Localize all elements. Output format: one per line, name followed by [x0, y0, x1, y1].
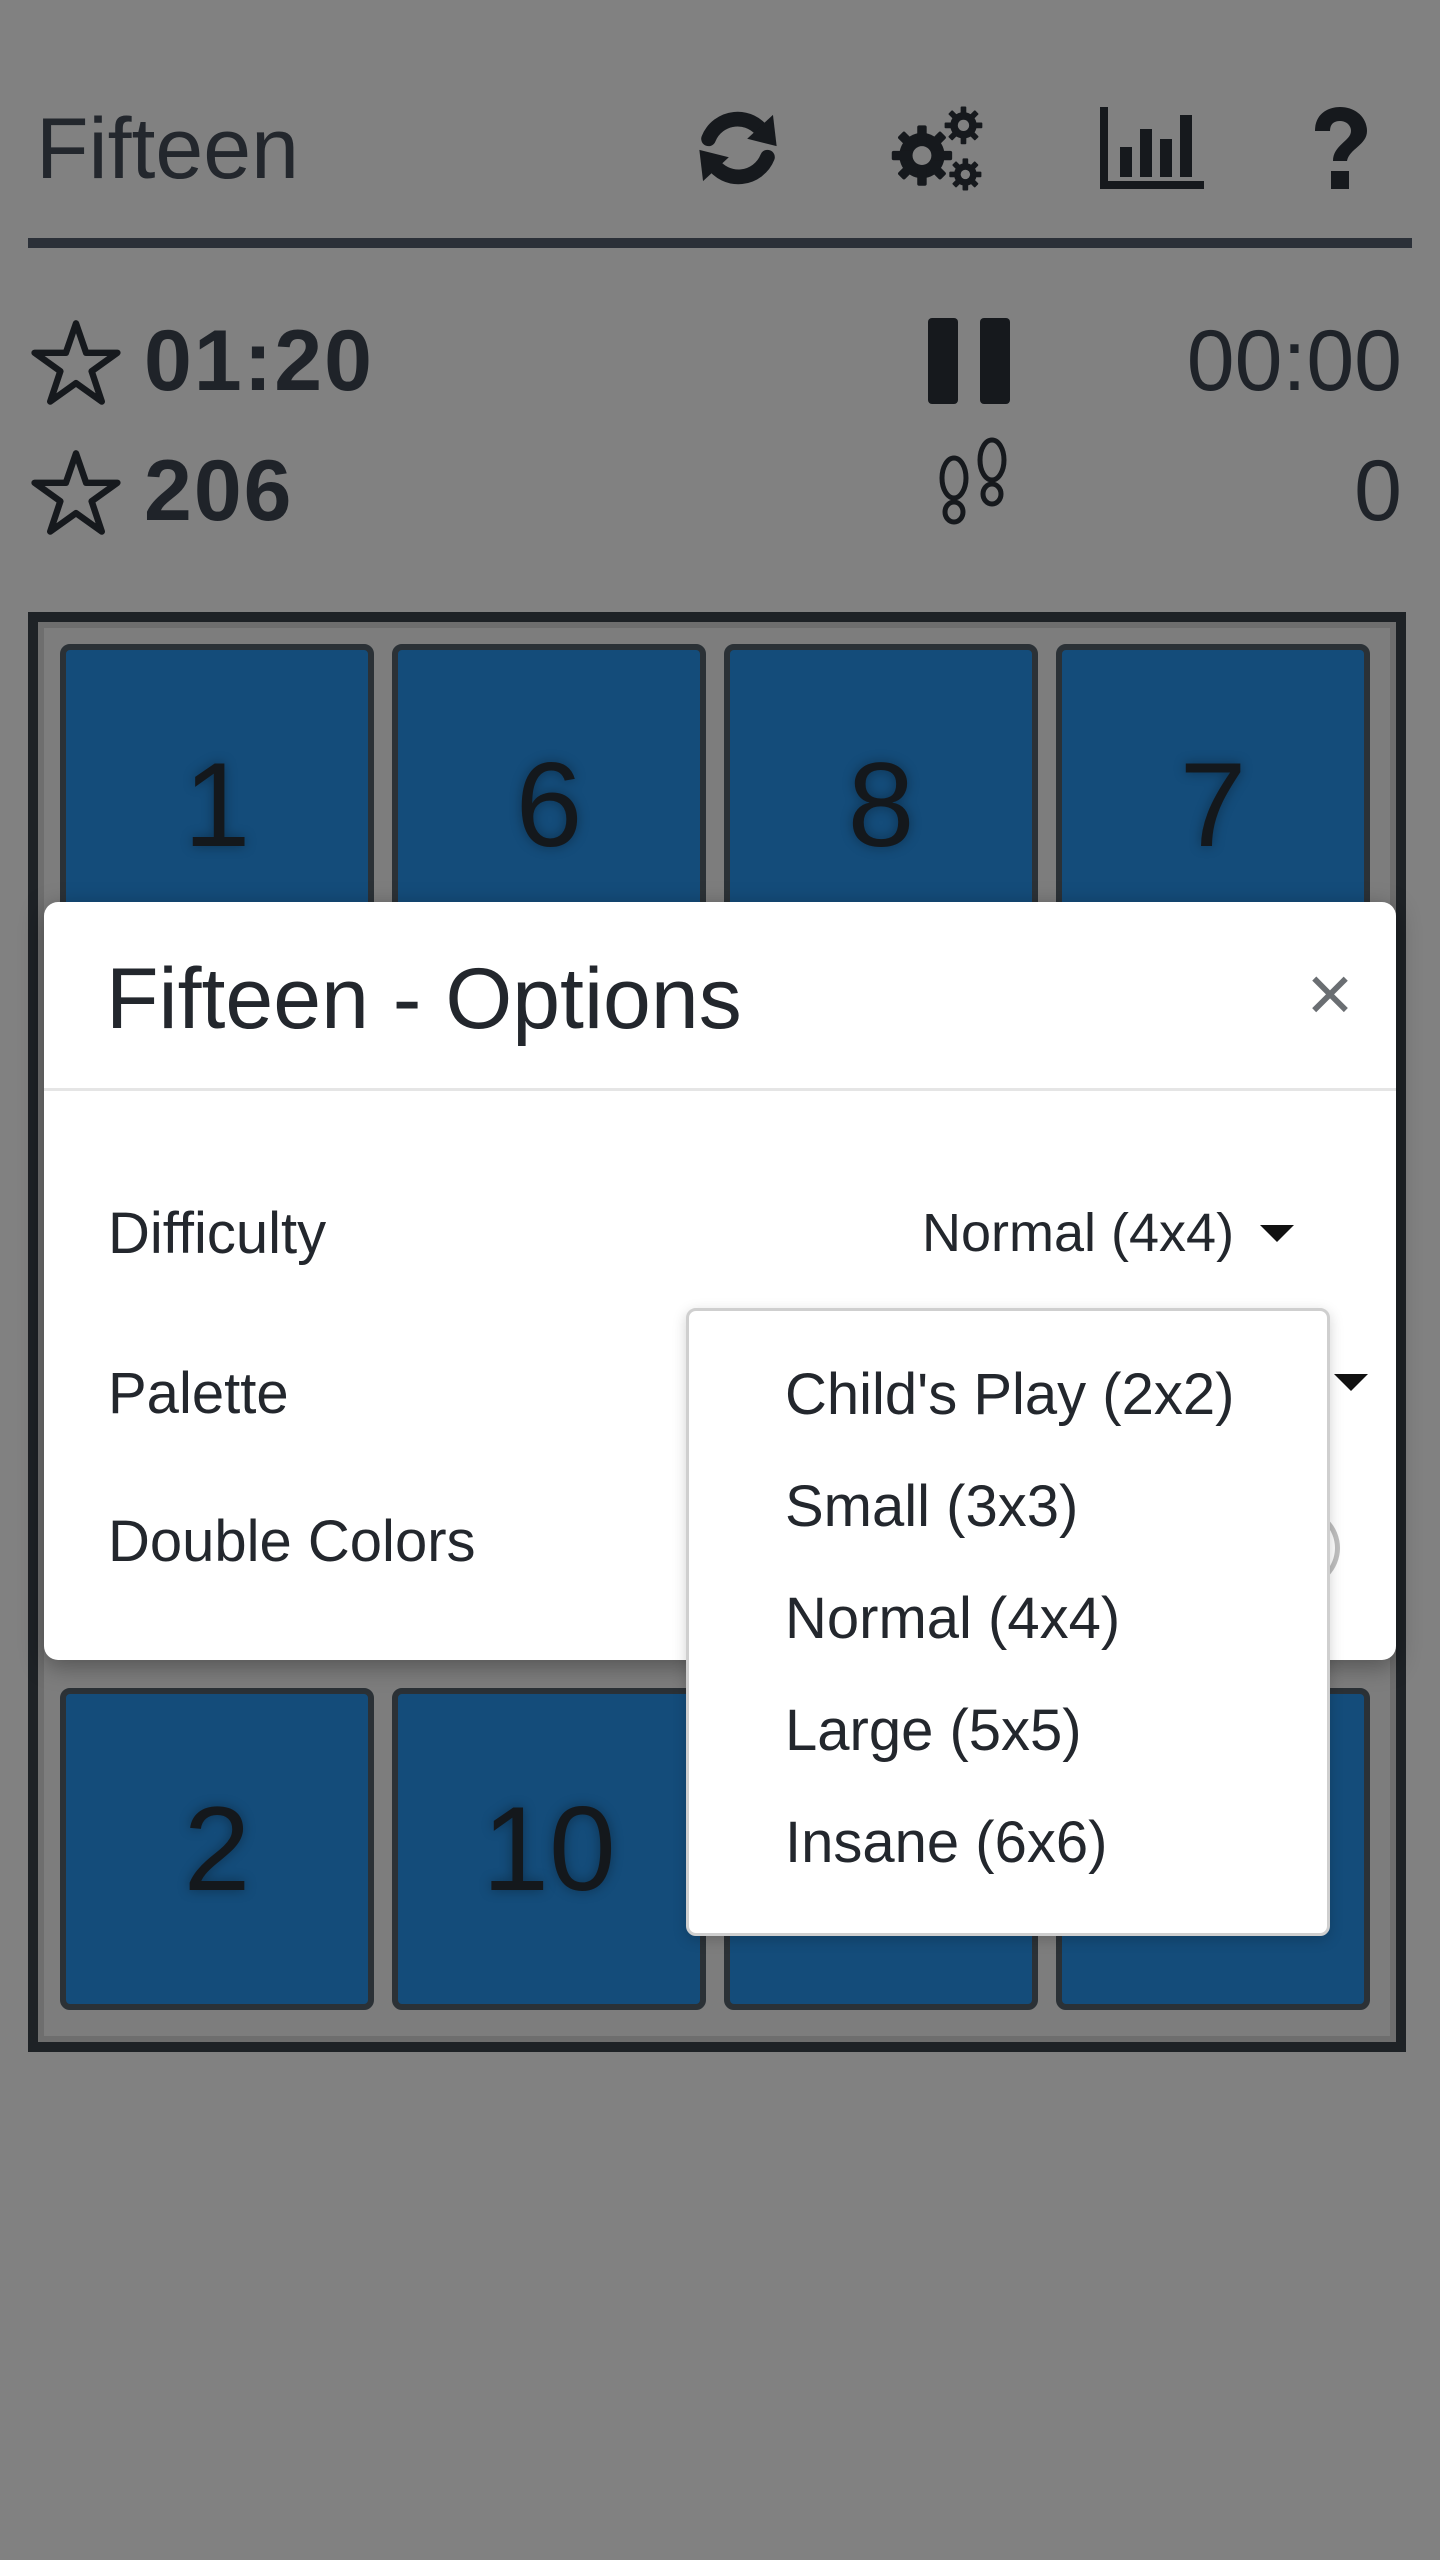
best-moves-stat: 206	[30, 442, 294, 541]
dialog-divider	[44, 1088, 1396, 1091]
tile[interactable]: 2	[60, 1688, 374, 2010]
dropdown-option[interactable]: Normal (4x4)	[785, 1585, 1120, 1652]
palette-label: Palette	[108, 1361, 289, 1426]
help-question-icon[interactable]	[1290, 98, 1390, 198]
best-moves-value: 206	[144, 443, 294, 539]
current-moves-value: 0	[1354, 443, 1402, 539]
header-divider	[28, 238, 1412, 248]
difficulty-selected-value: Normal (4x4)	[922, 1203, 1235, 1263]
dropdown-option[interactable]: Small (3x3)	[785, 1473, 1078, 1540]
footsteps-icon	[936, 430, 1012, 535]
dropdown-option[interactable]: Insane (6x6)	[785, 1809, 1107, 1876]
double-colors-label: Double Colors	[108, 1509, 476, 1574]
chevron-down-icon	[1260, 1224, 1295, 1242]
difficulty-label: Difficulty	[108, 1201, 327, 1266]
chevron-down-icon	[1334, 1374, 1368, 1391]
star-icon	[31, 449, 121, 535]
difficulty-dropdown-menu: Child's Play (2x2) Small (3x3) Normal (4…	[686, 1308, 1330, 1936]
best-time-value: 01:20	[144, 313, 374, 409]
star-icon	[31, 319, 121, 405]
refresh-icon[interactable]	[688, 98, 788, 198]
close-button[interactable]: ×	[1290, 954, 1370, 1034]
app-title: Fifteen	[36, 101, 299, 197]
pause-icon[interactable]	[928, 318, 1012, 409]
dropdown-option[interactable]: Large (5x5)	[785, 1697, 1082, 1764]
settings-gears-icon[interactable]	[888, 98, 988, 198]
tile[interactable]: 10	[392, 1688, 706, 2010]
palette-select[interactable]	[1334, 1374, 1368, 1396]
dropdown-option[interactable]: Child's Play (2x2)	[785, 1361, 1234, 1428]
current-time-value: 00:00	[1186, 313, 1402, 409]
best-time-stat: 01:20	[30, 312, 374, 411]
game-screen: Fifteen 01:20 00:00 206 0 1 6 8 7 2 10 F…	[0, 0, 1440, 2560]
statistics-chart-icon[interactable]	[1096, 98, 1206, 198]
difficulty-select[interactable]: Normal (4x4)	[922, 1202, 1295, 1264]
app-header: Fifteen	[28, 60, 1412, 250]
dialog-title: Fifteen - Options	[106, 951, 742, 1047]
